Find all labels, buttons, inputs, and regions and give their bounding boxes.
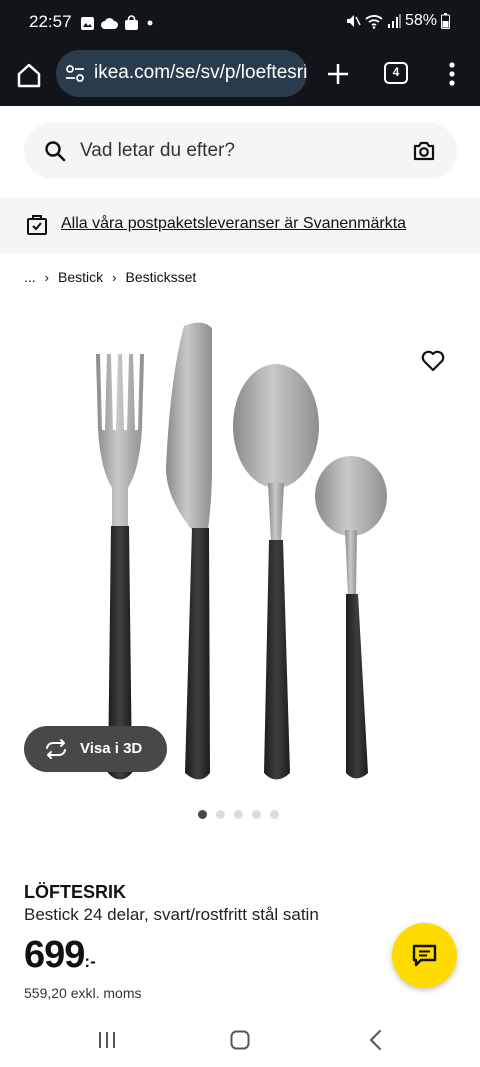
system-status: 58% (345, 12, 450, 30)
gallery-icon (81, 16, 94, 30)
signal-icon (387, 13, 401, 28)
product-description: Bestick 24 delar, svart/rostfritt stål s… (24, 905, 319, 924)
info-banner: Alla våra postpaketsleveranser är Svanen… (0, 197, 480, 253)
address-bar[interactable]: ikea.com/se/sv/p/loeftesrik (56, 50, 307, 97)
home-nav-icon[interactable] (230, 1030, 250, 1050)
view-3d-label: Visa i 3D (80, 740, 143, 757)
system-navigation-bar (0, 1013, 480, 1067)
spoon-image (233, 364, 319, 780)
search-icon (45, 141, 66, 162)
back-icon[interactable] (368, 1029, 384, 1051)
battery-icon (441, 13, 450, 29)
chat-button[interactable] (392, 923, 457, 988)
browser-toolbar: ikea.com/se/sv/p/loeftesrik 4 (0, 46, 480, 106)
pagination-dot[interactable] (216, 810, 225, 819)
image-pagination (198, 810, 279, 819)
price-suffix: :- (84, 952, 96, 971)
teaspoon-image (315, 456, 387, 779)
mute-icon (346, 15, 361, 27)
product-image (96, 322, 387, 780)
knife-image (166, 322, 212, 780)
wifi-icon (365, 14, 383, 29)
product-name: LÖFTESRIK (24, 882, 126, 902)
bag-icon (125, 15, 138, 30)
view-3d-button[interactable]: Visa i 3D (24, 726, 167, 772)
camera-icon[interactable] (412, 139, 436, 163)
url-text: ikea.com/se/sv/p/loeftesrik (94, 62, 307, 83)
tab-switcher-button[interactable]: 4 (384, 62, 408, 84)
more-menu-icon[interactable] (440, 58, 464, 90)
recents-icon[interactable] (97, 1031, 117, 1049)
chevron-right-icon: › (44, 269, 50, 285)
battery-percent: 58% (404, 12, 437, 29)
chat-icon (412, 944, 437, 967)
search-placeholder: Vad letar du efter? (80, 140, 235, 161)
fork-image (96, 354, 144, 780)
breadcrumb-item-besticksset[interactable]: Besticksset (125, 269, 196, 285)
dot-icon (147, 20, 153, 26)
breadcrumb-ellipsis[interactable]: ... (24, 269, 36, 285)
pagination-dot[interactable] (234, 810, 243, 819)
price-ex-vat: 559,20 exkl. moms (24, 985, 142, 1001)
site-settings-icon[interactable] (65, 64, 85, 84)
price-value: 699 (24, 934, 85, 976)
breadcrumb-item-bestick[interactable]: Bestick (58, 269, 103, 285)
heart-icon[interactable] (420, 348, 446, 374)
cloud-icon (101, 17, 118, 29)
new-tab-icon[interactable] (322, 58, 354, 90)
pagination-dot-active[interactable] (198, 810, 207, 819)
product-image-gallery[interactable]: Visa i 3D (0, 298, 480, 808)
chevron-right-icon: › (112, 269, 117, 285)
search-input[interactable]: Vad letar du efter? (24, 123, 457, 179)
pagination-dot[interactable] (270, 810, 279, 819)
parcel-icon (27, 215, 47, 235)
notification-icons (80, 14, 155, 32)
banner-link[interactable]: Alla våra postpaketsleveranser är Svanen… (61, 215, 406, 233)
status-bar: 22:57 58% (0, 0, 480, 46)
status-time: 22:57 (29, 12, 72, 31)
home-icon[interactable] (14, 60, 44, 90)
pagination-dot[interactable] (252, 810, 261, 819)
product-price: 699:- (24, 934, 96, 977)
rotate-3d-icon (46, 739, 66, 759)
breadcrumb: ... › Bestick › Besticksset (24, 269, 196, 285)
